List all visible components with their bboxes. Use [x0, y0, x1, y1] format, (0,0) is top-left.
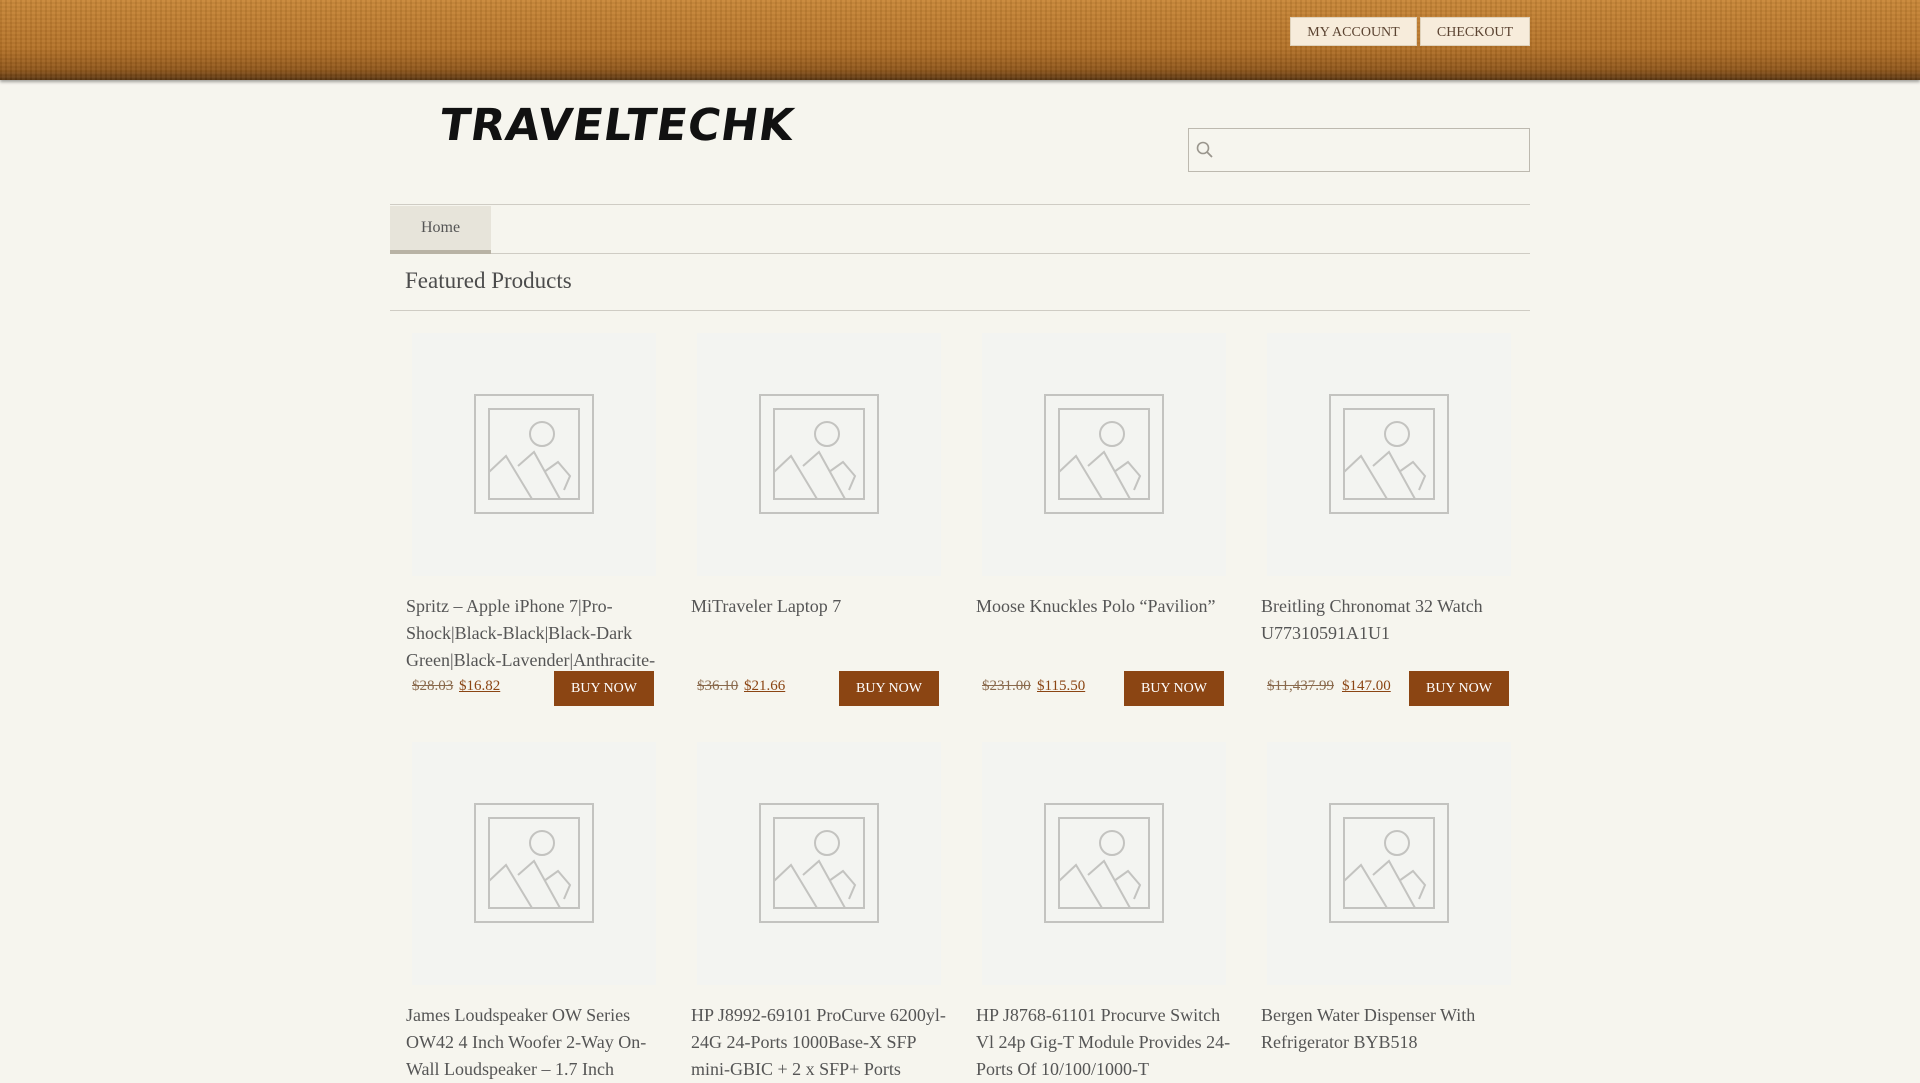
product-title[interactable]: HP J8768-61101 Procurve Switch Vl 24p Gi…: [976, 1002, 1236, 1083]
image-placeholder-icon: [1044, 803, 1164, 923]
search-input[interactable]: [1219, 129, 1528, 173]
product-image[interactable]: [412, 742, 656, 985]
product-image[interactable]: [1267, 333, 1511, 576]
product-title[interactable]: HP J8992-69101 ProCurve 6200yl-24G 24-Po…: [691, 1002, 951, 1083]
product-title[interactable]: Spritz – Apple iPhone 7|Pro-Shock|Black-…: [406, 593, 666, 674]
image-placeholder-icon: [474, 394, 594, 514]
image-placeholder-icon: [759, 803, 879, 923]
top-header-bar: MY ACCOUNT CHECKOUT: [0, 0, 1920, 80]
product-image[interactable]: [412, 333, 656, 576]
search-icon: [1196, 141, 1213, 158]
product-image[interactable]: [697, 333, 941, 576]
main-nav: Home: [390, 204, 1530, 254]
image-placeholder-icon: [759, 394, 879, 514]
product-title[interactable]: James Loudspeaker OW Series OW42 4 Inch …: [406, 1002, 666, 1083]
product-old-price: $231.00: [982, 678, 1031, 694]
product-image[interactable]: [1267, 742, 1511, 985]
buy-now-button[interactable]: BUY NOW: [1409, 671, 1509, 706]
buy-now-button[interactable]: BUY NOW: [1124, 671, 1224, 706]
image-placeholder-icon: [1329, 803, 1449, 923]
product-image[interactable]: [982, 333, 1226, 576]
product-title[interactable]: MiTraveler Laptop 7: [691, 593, 951, 620]
product-image[interactable]: [697, 742, 941, 985]
product-old-price: $11,437.99: [1267, 678, 1334, 694]
product-old-price: $28.03: [412, 678, 454, 694]
search-box[interactable]: [1188, 128, 1530, 173]
product-title[interactable]: Breitling Chronomat 32 Watch U77310591A1…: [1261, 593, 1521, 647]
product-new-price[interactable]: $147.00: [1342, 678, 1391, 695]
product-new-price[interactable]: $16.82: [459, 678, 500, 695]
checkout-button[interactable]: CHECKOUT: [1420, 17, 1530, 46]
product-new-price[interactable]: $115.50: [1037, 678, 1085, 695]
nav-item-home[interactable]: Home: [390, 206, 491, 254]
site-logo[interactable]: TRAVELTECHK: [436, 100, 797, 151]
product-title[interactable]: Moose Knuckles Polo “Pavilion”: [976, 593, 1236, 620]
my-account-button[interactable]: MY ACCOUNT: [1290, 17, 1417, 46]
buy-now-button[interactable]: BUY NOW: [554, 671, 654, 706]
image-placeholder-icon: [1329, 394, 1449, 514]
product-image[interactable]: [982, 742, 1226, 985]
product-old-price: $36.10: [697, 678, 739, 694]
section-divider: [390, 310, 1530, 311]
buy-now-button[interactable]: BUY NOW: [839, 671, 939, 706]
section-title: Featured Products: [405, 268, 572, 293]
product-title[interactable]: Bergen Water Dispenser With Refrigerator…: [1261, 1002, 1521, 1056]
image-placeholder-icon: [1044, 394, 1164, 514]
product-new-price[interactable]: $21.66: [744, 678, 785, 695]
image-placeholder-icon: [474, 803, 594, 923]
